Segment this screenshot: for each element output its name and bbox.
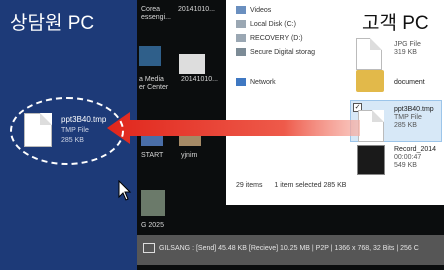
received-file-type: TMP File [61, 127, 89, 134]
received-file-name: ppt3B40.tmp [61, 115, 107, 124]
received-file-icon[interactable] [24, 113, 52, 147]
received-file-size: 285 KB [61, 137, 84, 144]
mouse-cursor-icon [118, 180, 132, 201]
transfer-arrow-shape [107, 112, 360, 144]
